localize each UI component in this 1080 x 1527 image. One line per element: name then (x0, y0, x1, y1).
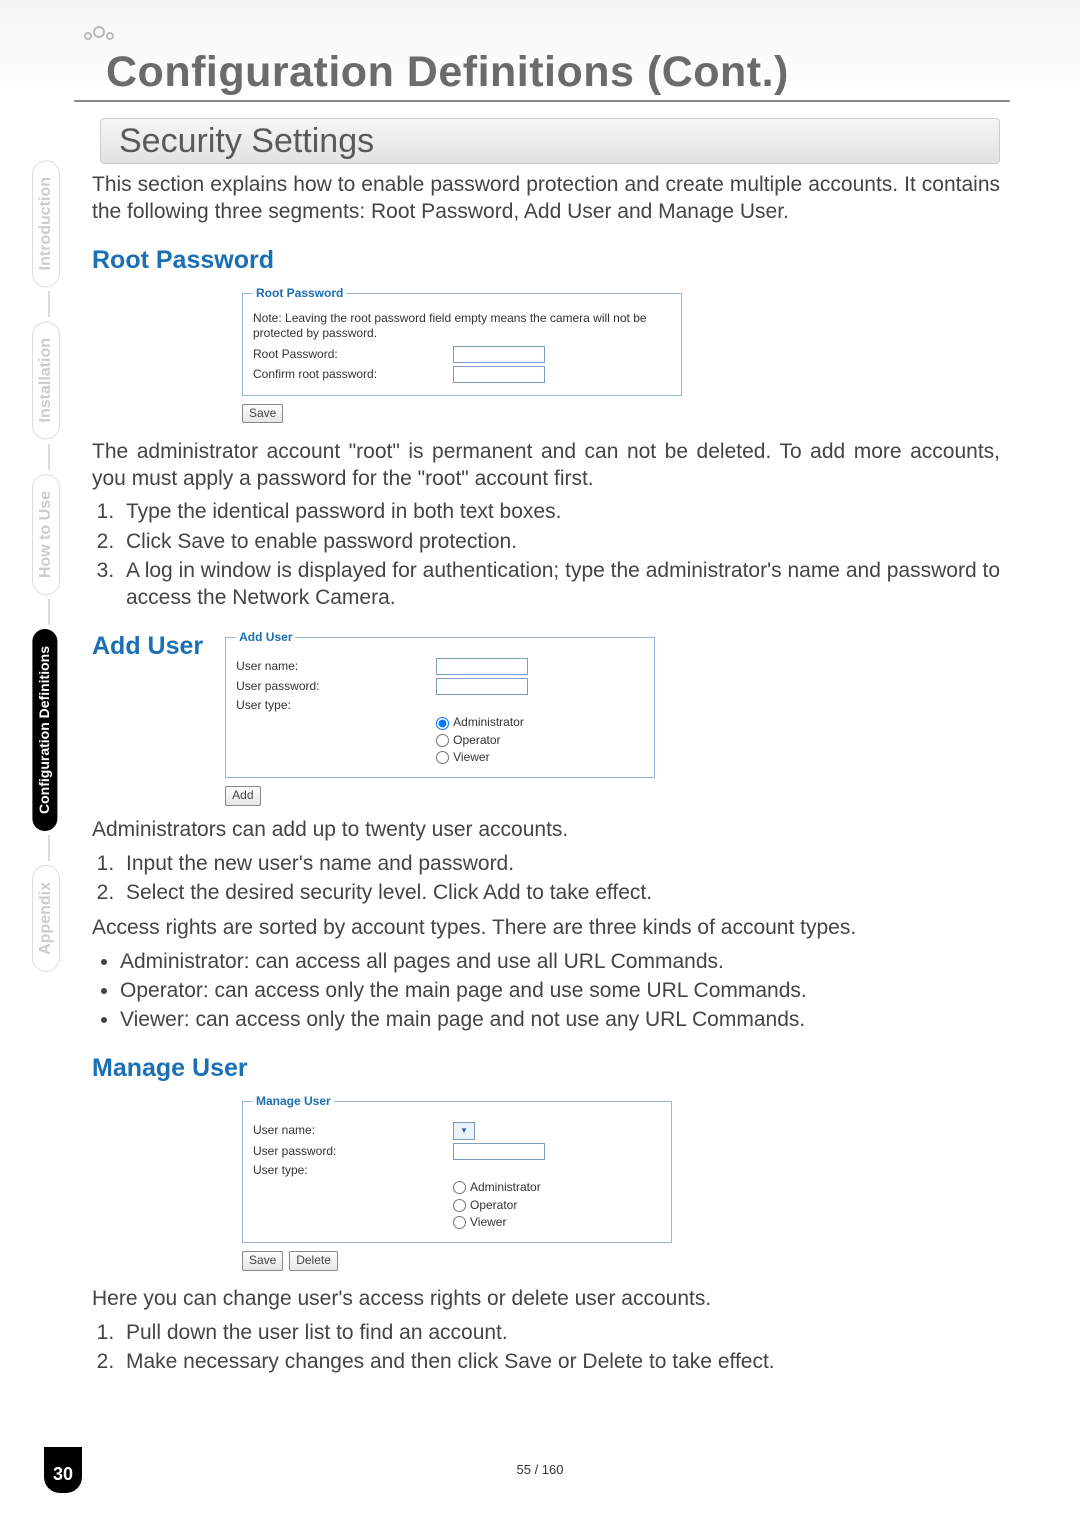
root-password-save-button[interactable]: Save (242, 404, 283, 423)
rights-bullets: Administrator: can access all pages and … (120, 948, 1000, 1034)
add-user-radio-operator[interactable] (436, 734, 449, 747)
add-user-panel: Add User User name: User password: User … (225, 630, 655, 808)
manage-user-desc: Here you can change user's access rights… (92, 1286, 1000, 1313)
manage-user-radio-admin[interactable] (453, 1181, 466, 1194)
step: A log in window is displayed for authent… (120, 557, 1000, 612)
add-user-radio-viewer[interactable] (436, 751, 449, 764)
manage-user-type-label: User type: (253, 1163, 453, 1178)
add-user-legend: Add User (236, 630, 295, 645)
tab-how-to-use[interactable]: How to Use (32, 474, 60, 595)
step: Type the identical password in both text… (120, 498, 1000, 525)
add-user-add-button[interactable]: Add (225, 786, 260, 805)
root-password-panel: Root Password Note: Leaving the root pas… (242, 286, 682, 425)
page-number-badge: 30 (44, 1447, 82, 1493)
title-underline (74, 100, 1010, 102)
section-heading: Security Settings (100, 118, 1000, 164)
manage-user-heading: Manage User (92, 1052, 1000, 1084)
manage-user-legend: Manage User (253, 1094, 334, 1109)
root-password-steps: Type the identical password in both text… (120, 498, 1000, 611)
tab-appendix[interactable]: Appendix (32, 865, 60, 972)
root-password-note: Note: Leaving the root password field em… (253, 311, 671, 342)
manage-user-panel: Manage User User name: ▾ User password: … (242, 1094, 672, 1273)
manage-user-steps: Pull down the user list to find an accou… (120, 1319, 1000, 1376)
root-password-desc: The administrator account "root" is perm… (92, 439, 1000, 493)
add-user-type-label: User type: (236, 698, 436, 713)
add-user-password-input[interactable] (436, 678, 528, 695)
add-user-heading: Add User (92, 630, 203, 662)
manage-user-radio-viewer[interactable] (453, 1216, 466, 1229)
manage-user-password-input[interactable] (453, 1143, 545, 1160)
manage-user-name-label: User name: (253, 1123, 453, 1138)
tab-introduction[interactable]: Introduction (32, 160, 60, 287)
footer-page-count: 55 / 160 (0, 1462, 1080, 1477)
manage-user-delete-button[interactable]: Delete (289, 1251, 338, 1270)
add-user-radio-admin[interactable] (436, 717, 449, 730)
confirm-root-password-label: Confirm root password: (253, 367, 453, 382)
intro-text: This section explains how to enable pass… (92, 172, 1000, 226)
manage-user-name-select[interactable]: ▾ (453, 1122, 475, 1140)
step: Input the new user's name and password. (120, 850, 1000, 877)
root-password-label: Root Password: (253, 347, 453, 362)
add-user-desc: Administrators can add up to twenty user… (92, 817, 1000, 844)
manage-user-radio-operator[interactable] (453, 1199, 466, 1212)
add-user-password-label: User password: (236, 679, 436, 694)
step: Click Save to enable password protection… (120, 528, 1000, 555)
step: Pull down the user list to find an accou… (120, 1319, 1000, 1346)
root-password-legend: Root Password (253, 286, 346, 301)
manage-user-password-label: User password: (253, 1144, 453, 1159)
step: Make necessary changes and then click Sa… (120, 1348, 1000, 1375)
bullet: Operator: can access only the main page … (120, 977, 1000, 1004)
rights-intro: Access rights are sorted by account type… (92, 915, 1000, 942)
confirm-root-password-input[interactable] (453, 366, 545, 383)
header-ornament (84, 30, 114, 42)
page-title: Configuration Definitions (Cont.) (106, 48, 789, 97)
step: Select the desired security level. Click… (120, 879, 1000, 906)
add-user-steps: Input the new user's name and password. … (120, 850, 1000, 907)
add-user-name-input[interactable] (436, 658, 528, 675)
bullet: Administrator: can access all pages and … (120, 948, 1000, 975)
manage-user-save-button[interactable]: Save (242, 1251, 283, 1270)
root-password-heading: Root Password (92, 244, 1000, 276)
tab-configuration-definitions[interactable]: Configuration Definitions (32, 629, 57, 831)
add-user-name-label: User name: (236, 659, 436, 674)
root-password-input[interactable] (453, 346, 545, 363)
side-tabs: Introduction Installation How to Use Con… (32, 160, 66, 1002)
tab-installation[interactable]: Installation (32, 321, 60, 439)
bullet: Viewer: can access only the main page an… (120, 1006, 1000, 1033)
